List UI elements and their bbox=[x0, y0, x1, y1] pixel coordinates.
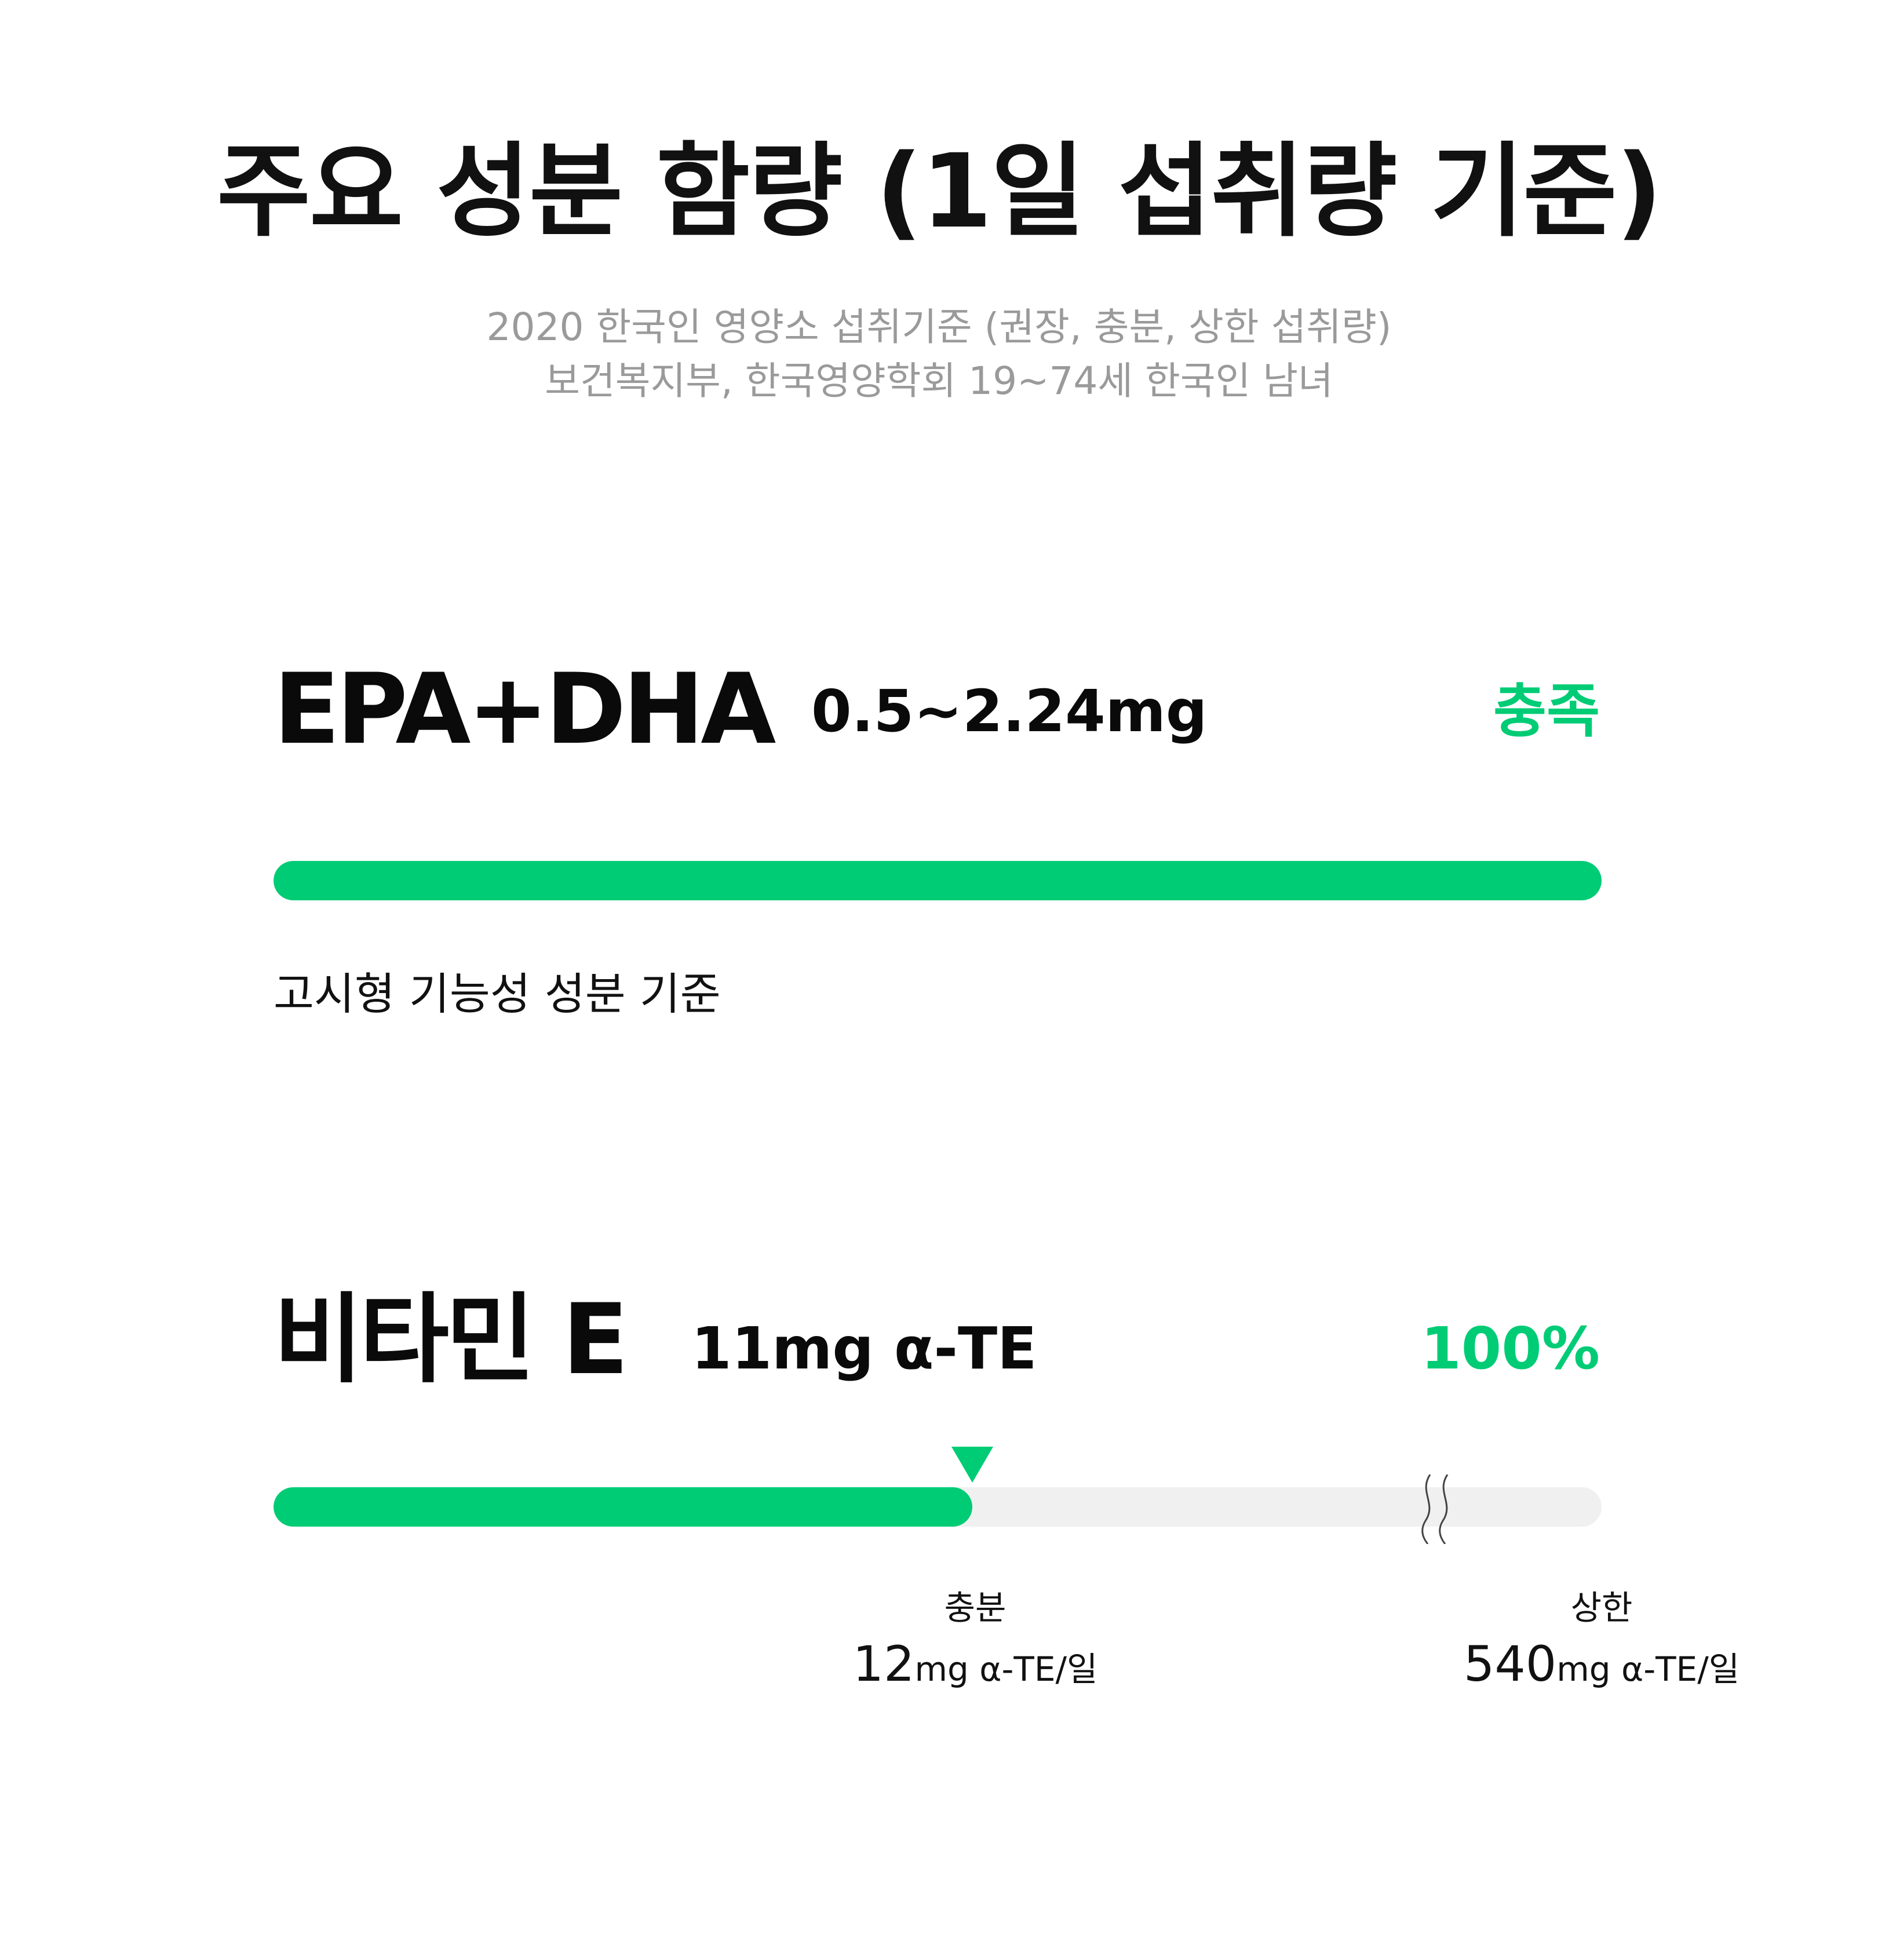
adequate-label: 충분 bbox=[944, 1588, 1007, 1627]
nutrient-name: EPA+DHA bbox=[274, 652, 776, 766]
upper-limit-label: 상한 bbox=[1570, 1588, 1633, 1627]
axis-break-icon bbox=[1421, 1474, 1449, 1544]
source-line-2: 보건복지부, 한국영양학회 19~74세 한국인 남녀 bbox=[545, 359, 1333, 403]
upper-limit-amount: 540 bbox=[1463, 1636, 1557, 1692]
upper-limit-unit: mg α-TE/일 bbox=[1556, 1649, 1740, 1689]
upper-limit-value: 540mg α-TE/일 bbox=[1428, 1640, 1775, 1688]
adequate-amount: 12 bbox=[852, 1636, 915, 1692]
progress-fill bbox=[274, 1487, 972, 1527]
status-badge: 100% bbox=[1421, 1315, 1600, 1382]
adequate-value: 12mg α-TE/일 bbox=[801, 1640, 1149, 1688]
nutrient-amount: 0.5~2.24mg bbox=[811, 677, 1208, 745]
status-badge: 충족 bbox=[1493, 677, 1600, 745]
progress-bar bbox=[274, 1487, 1602, 1527]
nutrient-name: 비타민 E bbox=[274, 1283, 629, 1396]
progress-fill bbox=[274, 861, 1602, 900]
progress-bar bbox=[274, 861, 1602, 900]
criteria-note: 고시형 기능성 성분 기준 bbox=[274, 968, 721, 1020]
source-line-1: 2020 한국인 영양소 섭취기준 (권장, 충분, 상한 섭취량) bbox=[486, 305, 1392, 349]
nutrient-amount: 11mg α-TE bbox=[691, 1315, 1037, 1382]
adequate-unit: mg α-TE/일 bbox=[914, 1649, 1098, 1689]
page-title: 주요 성분 함량 (1일 섭취량 기준) bbox=[217, 132, 1662, 251]
triangle-down-icon bbox=[951, 1447, 993, 1483]
